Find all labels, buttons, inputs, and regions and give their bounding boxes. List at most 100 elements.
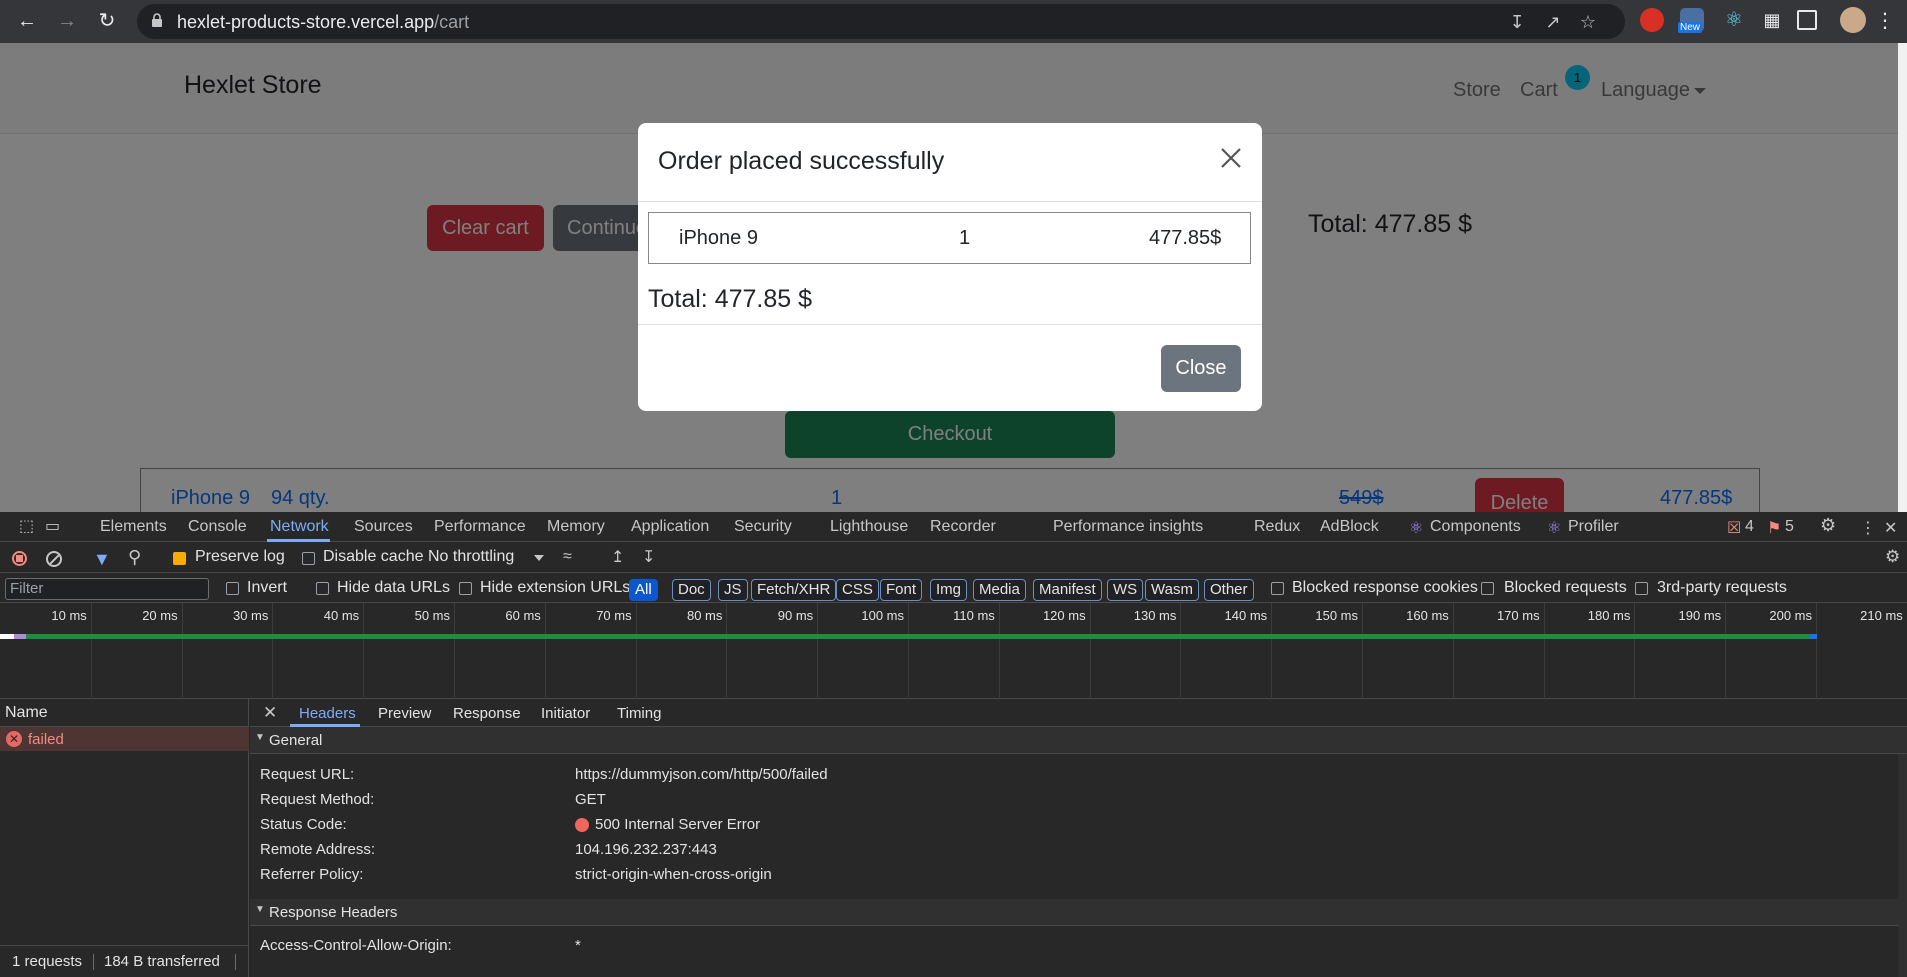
tab-timing[interactable]: Timing (617, 705, 661, 722)
tab-console[interactable]: Console (188, 518, 247, 536)
type-filter-img[interactable]: Img (930, 579, 968, 601)
order-item-price: 477.85$ (1149, 227, 1222, 249)
tab-application[interactable]: Application (631, 518, 709, 536)
record-stop-icon[interactable] (12, 551, 27, 566)
extensions-puzzle-icon[interactable]: ▦ (1760, 8, 1784, 32)
extension-icon[interactable]: New (1678, 8, 1704, 33)
timeline-gridline (1543, 603, 1545, 699)
type-filter-fetch-xhr[interactable]: Fetch/XHR (751, 579, 837, 601)
extension-icon[interactable] (1640, 8, 1664, 32)
tab-initiator[interactable]: Initiator (541, 705, 590, 722)
browser-menu-icon[interactable]: ⋮ (1875, 8, 1895, 34)
timeline-tick-label: 150 ms (1315, 608, 1358, 623)
forward-icon[interactable]: → (54, 8, 80, 34)
warning-count[interactable]: 5 (1785, 518, 1794, 536)
invert-checkbox[interactable] (226, 582, 239, 595)
search-icon[interactable]: ⚲ (128, 547, 141, 568)
modal-divider (638, 201, 1262, 202)
clear-icon[interactable] (46, 551, 62, 567)
timeline-tick-label: 170 ms (1496, 608, 1540, 623)
network-toolbar: ▼ ⚲ Preserve log Disable cache No thrott… (0, 543, 1907, 573)
preserve-log-checkbox[interactable] (173, 552, 186, 565)
timeline-gridline (1634, 603, 1636, 699)
type-filter-media[interactable]: Media (973, 579, 1026, 601)
tab-memory[interactable]: Memory (547, 518, 605, 536)
close-details-icon[interactable]: ✕ (263, 703, 277, 723)
tab-headers[interactable]: Headers (299, 705, 356, 722)
address-bar[interactable]: hexlet-products-store.vercel.app/cart ↧ … (137, 4, 1625, 39)
filter-input[interactable]: Filter (5, 578, 209, 600)
page-scrollbar[interactable] (1898, 43, 1907, 512)
timeline-gridline (908, 603, 909, 699)
type-filter-css[interactable]: CSS (836, 579, 879, 601)
modal-title: Order placed successfully (658, 147, 945, 175)
header-value: https://dummyjson.com/http/500/failed (575, 766, 828, 783)
general-title: General (269, 732, 323, 749)
network-conditions-icon[interactable]: ≈ (563, 548, 572, 566)
tab-preview[interactable]: Preview (378, 705, 431, 722)
type-filter-wasm[interactable]: Wasm (1145, 579, 1199, 601)
error-icon[interactable]: ☒ (1727, 518, 1741, 538)
side-panel-icon[interactable] (1797, 10, 1817, 30)
tab-components[interactable]: Components (1430, 518, 1521, 536)
type-filter-font[interactable]: Font (880, 579, 923, 601)
blocked-requests-checkbox[interactable] (1481, 582, 1494, 595)
warning-icon[interactable]: ⚑ (1767, 518, 1781, 538)
details-scrollbar[interactable] (1898, 754, 1907, 977)
share-icon[interactable]: ↗ (1543, 13, 1563, 31)
tab-lighthouse[interactable]: Lighthouse (830, 518, 908, 536)
install-icon[interactable]: ↧ (1507, 13, 1527, 31)
blocked-response-cookies-checkbox[interactable] (1271, 582, 1284, 595)
timeline-tick-label: 100 ms (861, 608, 904, 623)
close-devtools-icon[interactable]: ✕ (1884, 518, 1897, 538)
type-filter-doc[interactable]: Doc (672, 579, 711, 601)
device-toolbar-icon[interactable]: ▭ (45, 516, 60, 536)
back-icon[interactable]: ← (14, 8, 40, 34)
tab-sources[interactable]: Sources (354, 518, 413, 536)
tab-recorder[interactable]: Recorder (930, 518, 996, 536)
tab-redux[interactable]: Redux (1254, 518, 1300, 536)
tab-elements[interactable]: Elements (100, 518, 167, 536)
modal-close-button[interactable]: Close (1161, 345, 1241, 392)
error-count[interactable]: 4 (1745, 518, 1754, 536)
tab-adblock[interactable]: AdBlock (1320, 518, 1379, 536)
tab-response[interactable]: Response (453, 705, 521, 722)
disable-cache-checkbox[interactable] (302, 552, 315, 565)
settings-gear-icon[interactable]: ⚙ (1820, 515, 1836, 536)
tab-security[interactable]: Security (734, 518, 792, 536)
reload-icon[interactable]: ↻ (94, 8, 120, 34)
network-settings-icon[interactable]: ⚙ (1885, 547, 1900, 567)
hide-extension-urls-checkbox[interactable] (459, 582, 472, 595)
type-filter-js[interactable]: JS (718, 579, 748, 601)
tab-profiler[interactable]: Profiler (1568, 518, 1619, 536)
general-section-header[interactable]: ▼ General (250, 727, 1907, 754)
chevron-down-icon[interactable] (534, 555, 544, 561)
network-timeline[interactable]: 10 ms 20 ms 30 ms 40 ms 50 ms 60 ms 70 ms 80 ms… (0, 603, 1907, 699)
tab-performance-insights[interactable]: Performance insights (1053, 518, 1203, 536)
timeline-gridline (1180, 603, 1182, 699)
bookmark-star-icon[interactable]: ☆ (1578, 13, 1598, 31)
export-har-icon[interactable]: ↧ (642, 547, 655, 567)
import-har-icon[interactable]: ↥ (611, 547, 624, 567)
request-row[interactable]: ✕ failed (0, 727, 249, 751)
close-icon[interactable] (1218, 145, 1244, 171)
name-column-header[interactable]: Name (0, 699, 249, 727)
more-options-icon[interactable]: ⋮ (1860, 518, 1876, 538)
third-party-checkbox[interactable] (1635, 582, 1648, 595)
type-filter-manifest[interactable]: Manifest (1033, 579, 1102, 601)
type-filter-all[interactable]: All (629, 579, 658, 601)
profile-avatar[interactable] (1840, 7, 1866, 33)
tab-performance[interactable]: Performance (434, 518, 526, 536)
throttling-select[interactable]: No throttling (428, 548, 514, 566)
type-filter-other[interactable]: Other (1204, 579, 1254, 601)
blocked-requests-label: Blocked requests (1504, 579, 1627, 596)
react-devtools-icon[interactable]: ⚛ (1722, 8, 1746, 32)
tab-network[interactable]: Network (270, 518, 329, 536)
timeline-gridline (181, 603, 183, 699)
filter-funnel-icon[interactable]: ▼ (93, 549, 111, 570)
type-filter-ws[interactable]: WS (1107, 579, 1144, 601)
hide-data-urls-checkbox[interactable] (316, 582, 329, 595)
invert-label: Invert (247, 579, 288, 596)
inspect-element-icon[interactable]: ⬚ (19, 516, 34, 536)
response-headers-section-header[interactable]: ▼ Response Headers (250, 899, 1907, 926)
